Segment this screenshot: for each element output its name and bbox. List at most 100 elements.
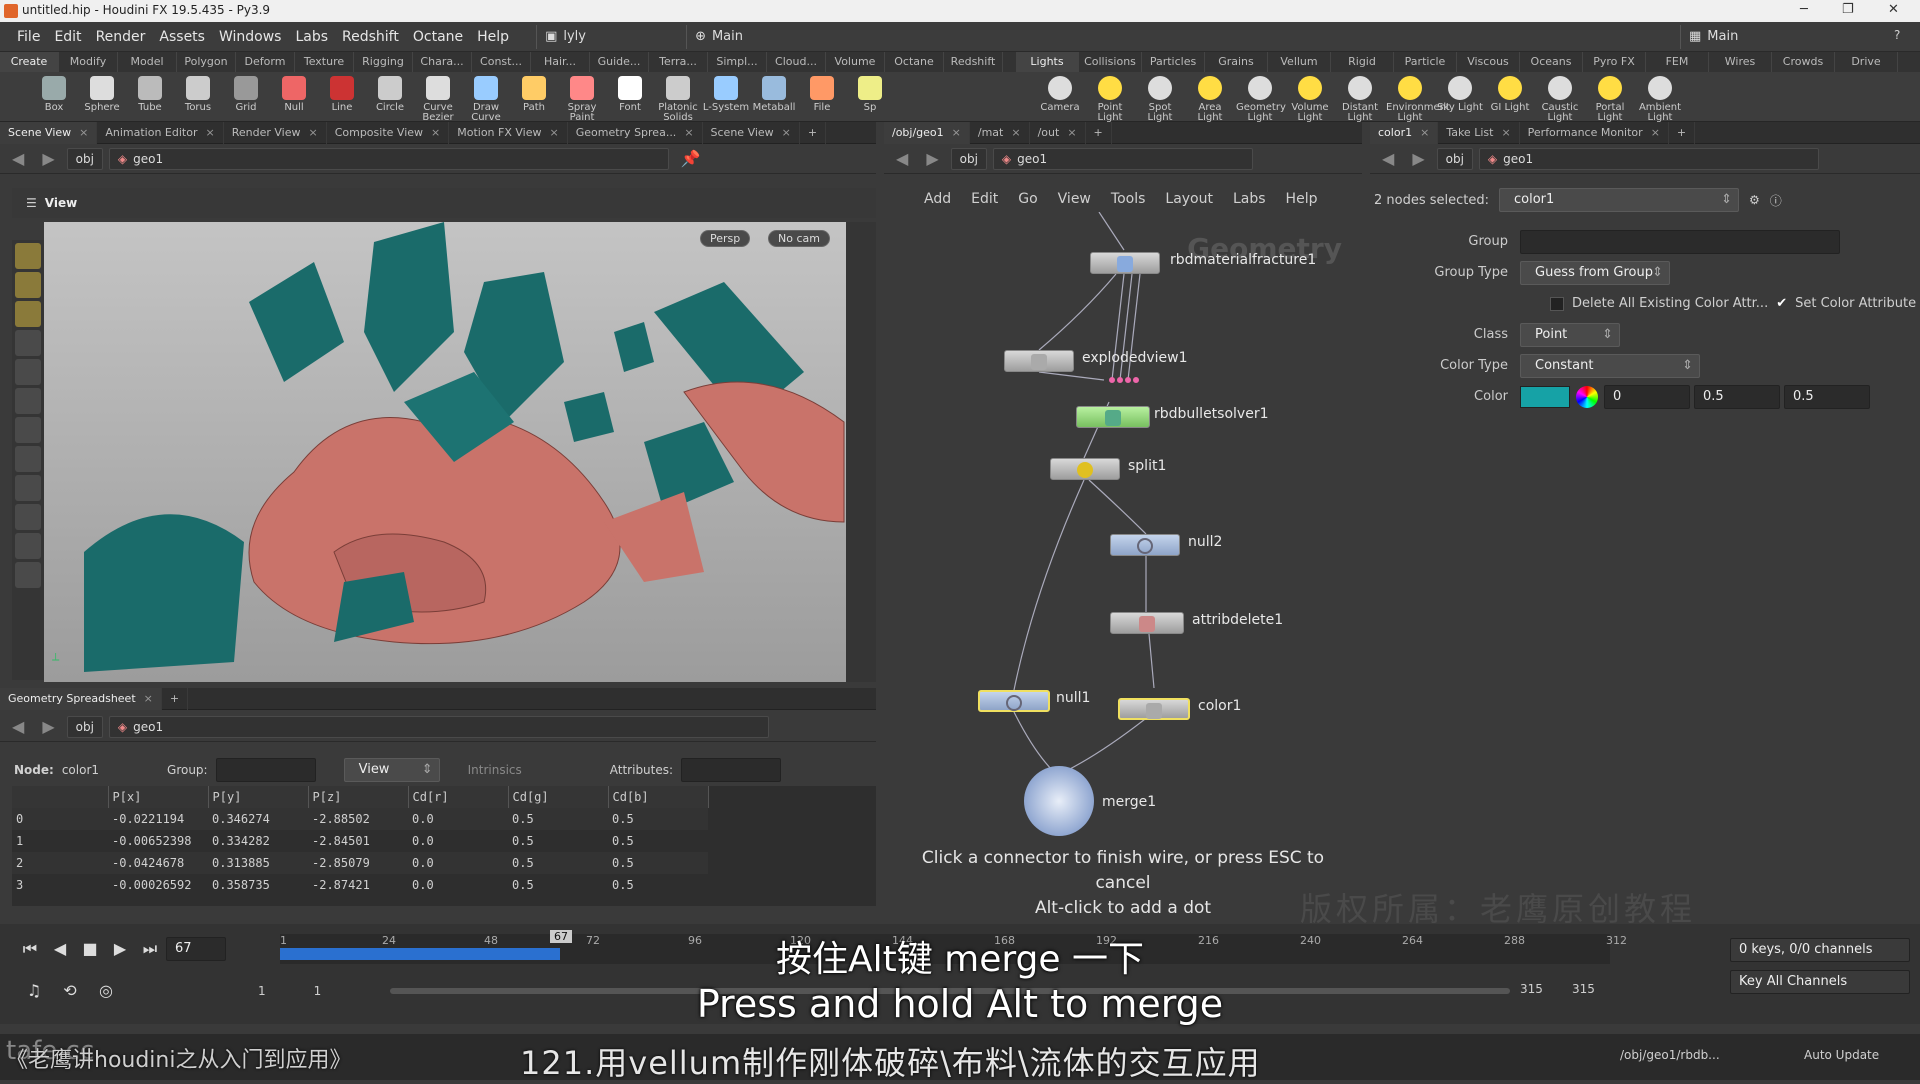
- node-rbdmaterialfracture1[interactable]: [1090, 252, 1160, 274]
- color-g-field[interactable]: 0.5: [1694, 384, 1780, 409]
- parm-tab-close-icon-0[interactable]: ×: [1420, 126, 1429, 139]
- net-tab-close-icon-2[interactable]: ×: [1067, 126, 1076, 139]
- shelf-tab-3[interactable]: Polygon: [177, 52, 236, 72]
- tool-5[interactable]: Null: [270, 74, 318, 113]
- net-tab-add-icon[interactable]: +: [1086, 121, 1112, 144]
- shelf-tab-right-1[interactable]: Collisions: [1079, 52, 1142, 72]
- viewer-tab-4[interactable]: Motion FX View ×: [449, 121, 568, 144]
- sheet-path-geo[interactable]: ◈ geo1: [108, 715, 769, 738]
- snap-tool-icon[interactable]: [15, 388, 41, 414]
- arrow-tool-icon[interactable]: [15, 330, 41, 356]
- node-null2[interactable]: [1110, 534, 1180, 556]
- param-path-geo[interactable]: ◈ geo1: [1478, 147, 1819, 170]
- viewer-tab-close-icon-0[interactable]: ×: [79, 126, 88, 139]
- shelf-tab-0[interactable]: Create: [0, 52, 59, 72]
- color-b-field[interactable]: 0.5: [1784, 384, 1870, 409]
- net-menu-view[interactable]: View: [1058, 191, 1091, 207]
- node-name-field[interactable]: color1: [1499, 188, 1740, 212]
- menu-octane[interactable]: Octane: [406, 29, 470, 45]
- net-tab-1[interactable]: /mat ×: [970, 121, 1030, 144]
- net-menu-go[interactable]: Go: [1018, 191, 1037, 207]
- handle-tool-icon[interactable]: [15, 301, 41, 327]
- tool-11[interactable]: Spray Paint: [558, 74, 606, 123]
- path-geo[interactable]: ◈ geo1: [108, 147, 669, 170]
- node-merge1[interactable]: [1024, 766, 1094, 836]
- tool-8[interactable]: Curve Bezier: [414, 74, 462, 123]
- sheet-back-arrow-icon[interactable]: ◀: [6, 717, 30, 736]
- net-forward-arrow-icon[interactable]: ▶: [920, 149, 944, 168]
- menu-assets[interactable]: Assets: [152, 29, 212, 45]
- net-tab-close-icon-0[interactable]: ×: [952, 126, 961, 139]
- node-color1[interactable]: [1118, 698, 1190, 720]
- path-obj[interactable]: obj: [66, 147, 103, 170]
- sheet-forward-arrow-icon[interactable]: ▶: [36, 717, 60, 736]
- shelf-tab-right-13[interactable]: Drive Sim...: [1835, 52, 1898, 84]
- shelf-tab-5[interactable]: Texture: [295, 52, 354, 72]
- shelf-tab-12[interactable]: Simpl...: [708, 52, 767, 72]
- viewer-tab-add-icon[interactable]: +: [800, 121, 827, 144]
- viewer-tab-close-icon-3[interactable]: ×: [431, 126, 440, 139]
- brush-tool-icon[interactable]: [15, 504, 41, 530]
- color-type-dropdown[interactable]: Constant: [1520, 353, 1700, 378]
- auto-update-button[interactable]: Auto Update: [1804, 1048, 1879, 1062]
- color-r-field[interactable]: 0: [1604, 384, 1690, 409]
- menu-help[interactable]: Help: [470, 29, 516, 45]
- viewer-tab-close-icon-2[interactable]: ×: [308, 126, 317, 139]
- shelf-tab-right-6[interactable]: Particle Fl...: [1394, 52, 1457, 84]
- tool-4[interactable]: Grid: [222, 74, 270, 113]
- shelf-tab-1[interactable]: Modify: [59, 52, 118, 72]
- light-tool-8[interactable]: Sky Light: [1436, 74, 1484, 113]
- right-context-selector[interactable]: ▦ Main: [1680, 24, 1880, 49]
- menu-edit[interactable]: Edit: [47, 29, 88, 45]
- group-param-input[interactable]: [1520, 229, 1840, 254]
- camera-menu-button[interactable]: No cam: [768, 230, 830, 247]
- tool-2[interactable]: Tube: [126, 74, 174, 113]
- net-path-obj[interactable]: obj: [950, 147, 987, 170]
- net-menu-add[interactable]: Add: [924, 191, 951, 207]
- desktop-selector[interactable]: ▣ lyly: [536, 24, 686, 49]
- shelf-tab-4[interactable]: Deform: [236, 52, 295, 72]
- tool-14[interactable]: L-System: [702, 74, 750, 113]
- net-menu-labs[interactable]: Labs: [1233, 191, 1266, 207]
- tool-3[interactable]: Torus: [174, 74, 222, 113]
- param-back-arrow-icon[interactable]: ◀: [1376, 149, 1400, 168]
- tool-15[interactable]: Metaball: [750, 74, 798, 113]
- tool-7[interactable]: Circle: [366, 74, 414, 113]
- light-tool-0[interactable]: Camera: [1036, 74, 1084, 113]
- shelf-tab-right-4[interactable]: Vellum: [1268, 52, 1331, 72]
- persp-menu-button[interactable]: Persp: [700, 230, 751, 247]
- view-menu-icon[interactable]: ☰: [26, 196, 37, 210]
- node-attribdelete1[interactable]: [1110, 612, 1184, 634]
- viewer-tab-close-icon-6[interactable]: ×: [782, 126, 791, 139]
- net-tab-0[interactable]: /obj/geo1 ×: [884, 121, 970, 144]
- net-menu-layout[interactable]: Layout: [1165, 191, 1213, 207]
- tool-12[interactable]: Font: [606, 74, 654, 113]
- shelf-tab-9[interactable]: Hair...: [531, 52, 590, 72]
- shelf-tab-13[interactable]: Cloud...: [767, 52, 826, 72]
- menu-render[interactable]: Render: [89, 29, 153, 45]
- minimize-icon[interactable]: ─: [1800, 2, 1808, 17]
- node-split1[interactable]: [1050, 458, 1120, 480]
- attributes-input[interactable]: [681, 758, 782, 782]
- net-tab-2[interactable]: /out ×: [1030, 121, 1086, 144]
- tool-0[interactable]: Box: [30, 74, 78, 113]
- light-tool-7[interactable]: Environment Light: [1386, 74, 1450, 123]
- shelf-tab-6[interactable]: Rigging: [354, 52, 413, 72]
- group-type-dropdown[interactable]: Guess from Group: [1520, 260, 1670, 285]
- shelf-tab-right-12[interactable]: Crowds: [1772, 52, 1835, 72]
- class-dropdown[interactable]: Point: [1520, 322, 1620, 347]
- viewer-tab-3[interactable]: Composite View ×: [327, 121, 450, 144]
- select-tool-icon[interactable]: [15, 243, 41, 269]
- sculpt-tool-icon[interactable]: [15, 533, 41, 559]
- light-tool-1[interactable]: Point Light: [1086, 74, 1134, 123]
- tool-13[interactable]: Platonic Solids: [654, 74, 702, 123]
- param-path-obj[interactable]: obj: [1436, 147, 1473, 170]
- maximize-icon[interactable]: ❐: [1842, 2, 1854, 17]
- close-icon[interactable]: ✕: [1888, 2, 1899, 17]
- menu-redshift[interactable]: Redshift: [335, 29, 406, 45]
- shelf-tab-right-7[interactable]: Viscous Fl...: [1457, 52, 1520, 84]
- shelf-tab-15[interactable]: Octane: [885, 52, 944, 72]
- viewer-tab-1[interactable]: Animation Editor ×: [97, 121, 224, 144]
- net-back-arrow-icon[interactable]: ◀: [890, 149, 914, 168]
- tool-10[interactable]: Path: [510, 74, 558, 113]
